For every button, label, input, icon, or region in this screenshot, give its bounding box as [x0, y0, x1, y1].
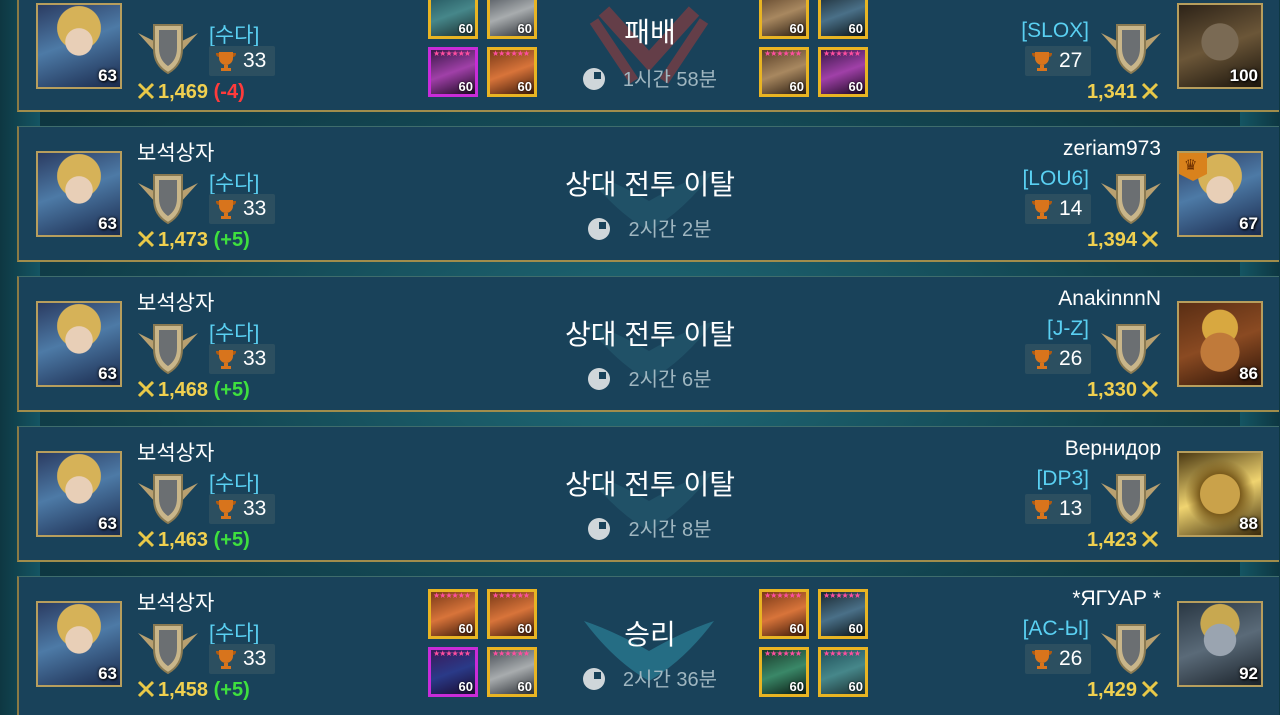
opponent-clan: [DP3]	[1036, 467, 1089, 490]
battle-row[interactable]: 보석상자 63 [수다] 33 1,463 (+5) 상대 전투 이탈 2시간 …	[17, 426, 1279, 562]
opponent-rating: 1,330	[1087, 379, 1159, 402]
opponent-hero-3[interactable]: ★★★★★★ 60	[759, 647, 809, 697]
opponent-name: AnakinnnN	[1058, 287, 1161, 310]
crossed-swords-icon	[1141, 230, 1159, 248]
trophy-icon	[1032, 500, 1052, 519]
clock-icon	[582, 68, 605, 90]
opponent-hero-4[interactable]: ★★★★★★ 60	[818, 47, 868, 97]
opponent-trophies: 14	[1025, 194, 1091, 224]
clock-icon	[588, 368, 611, 390]
opponent-clan: [SLOX]	[1021, 19, 1089, 42]
opponent-rating: 1,394	[1087, 229, 1159, 252]
opponent-avatar: 100	[1177, 3, 1263, 89]
trophy-icon	[1032, 350, 1052, 369]
opponent-hero-2[interactable]: 60	[818, 0, 868, 39]
opponent-trophies: 26	[1025, 644, 1091, 674]
opponent-rating: 1,423	[1087, 529, 1159, 552]
opponent-hero-4[interactable]: ★★★★★★ 60	[818, 647, 868, 697]
trophy-icon	[1032, 200, 1052, 219]
battle-row[interactable]: 63 [수다] 33 1,469 (-4) 60 60 ★★★★★★ 60 ★★★…	[17, 0, 1279, 112]
star-rating: ★★★★★★	[823, 649, 861, 658]
star-rating: ★★★★★★	[492, 591, 530, 600]
crossed-swords-icon	[1141, 380, 1159, 398]
trophy-icon	[1032, 52, 1052, 71]
opponent-clan: [LOU6]	[1022, 167, 1089, 190]
winged-shield-icon	[1101, 474, 1161, 525]
winged-shield-icon	[1101, 174, 1161, 225]
star-rating: ★★★★★★	[764, 49, 802, 58]
opponent-name: *ЯГУАР *	[1072, 587, 1161, 610]
opponent-avatar: ♛ 67	[1177, 151, 1263, 237]
battle-row[interactable]: 보석상자 63 [수다] 33 1,473 (+5) 상대 전투 이탈 2시간 …	[17, 126, 1279, 262]
battle-result: 패배	[624, 17, 676, 48]
opponent-name: zeriam973	[1062, 137, 1161, 160]
opponent-trophies: 27	[1025, 46, 1091, 76]
opponent-name: Вернидор	[1064, 437, 1161, 460]
star-rating: ★★★★★★	[433, 591, 471, 600]
opponent-hero-3[interactable]: ★★★★★★ 60	[759, 47, 809, 97]
opponent-avatar: 92	[1177, 601, 1263, 687]
opponent-trophies: 26	[1025, 344, 1091, 374]
battle-row[interactable]: 보석상자 63 [수다] 33 1,468 (+5) 상대 전투 이탈 2시간 …	[17, 276, 1279, 412]
opponent-avatar: 88	[1177, 451, 1263, 537]
opponent-hero-1[interactable]: 60	[759, 0, 809, 39]
star-rating: ★★★★★★	[823, 591, 861, 600]
opponent-rating: 1,341	[1087, 81, 1159, 104]
opponent-avatar: 86	[1177, 301, 1263, 387]
opponent-clan: [J-Z]	[1047, 317, 1089, 340]
star-rating: ★★★★★★	[823, 49, 861, 58]
battle-row[interactable]: 보석상자 63 [수다] 33 1,458 (+5) ★★★★★★ 60 ★★★★…	[17, 576, 1279, 715]
winged-shield-icon	[1101, 24, 1161, 75]
clock-icon	[582, 668, 605, 690]
opponent-rating: 1,429	[1087, 679, 1159, 702]
star-rating: ★★★★★★	[764, 649, 802, 658]
opponent-hero-2[interactable]: ★★★★★★ 60	[818, 589, 868, 639]
clock-icon	[588, 218, 611, 240]
opponent-trophies: 13	[1025, 494, 1091, 524]
opponent-hero-1[interactable]: ★★★★★★ 60	[759, 589, 809, 639]
opponent-clan: [AC-Ы]	[1022, 617, 1089, 640]
trophy-icon	[1032, 650, 1052, 669]
winged-shield-icon	[1101, 324, 1161, 375]
clock-icon	[588, 518, 611, 540]
winged-shield-icon	[1101, 624, 1161, 675]
crossed-swords-icon	[1141, 680, 1159, 698]
crossed-swords-icon	[1141, 530, 1159, 548]
crossed-swords-icon	[1141, 82, 1159, 100]
star-rating: ★★★★★★	[764, 591, 802, 600]
